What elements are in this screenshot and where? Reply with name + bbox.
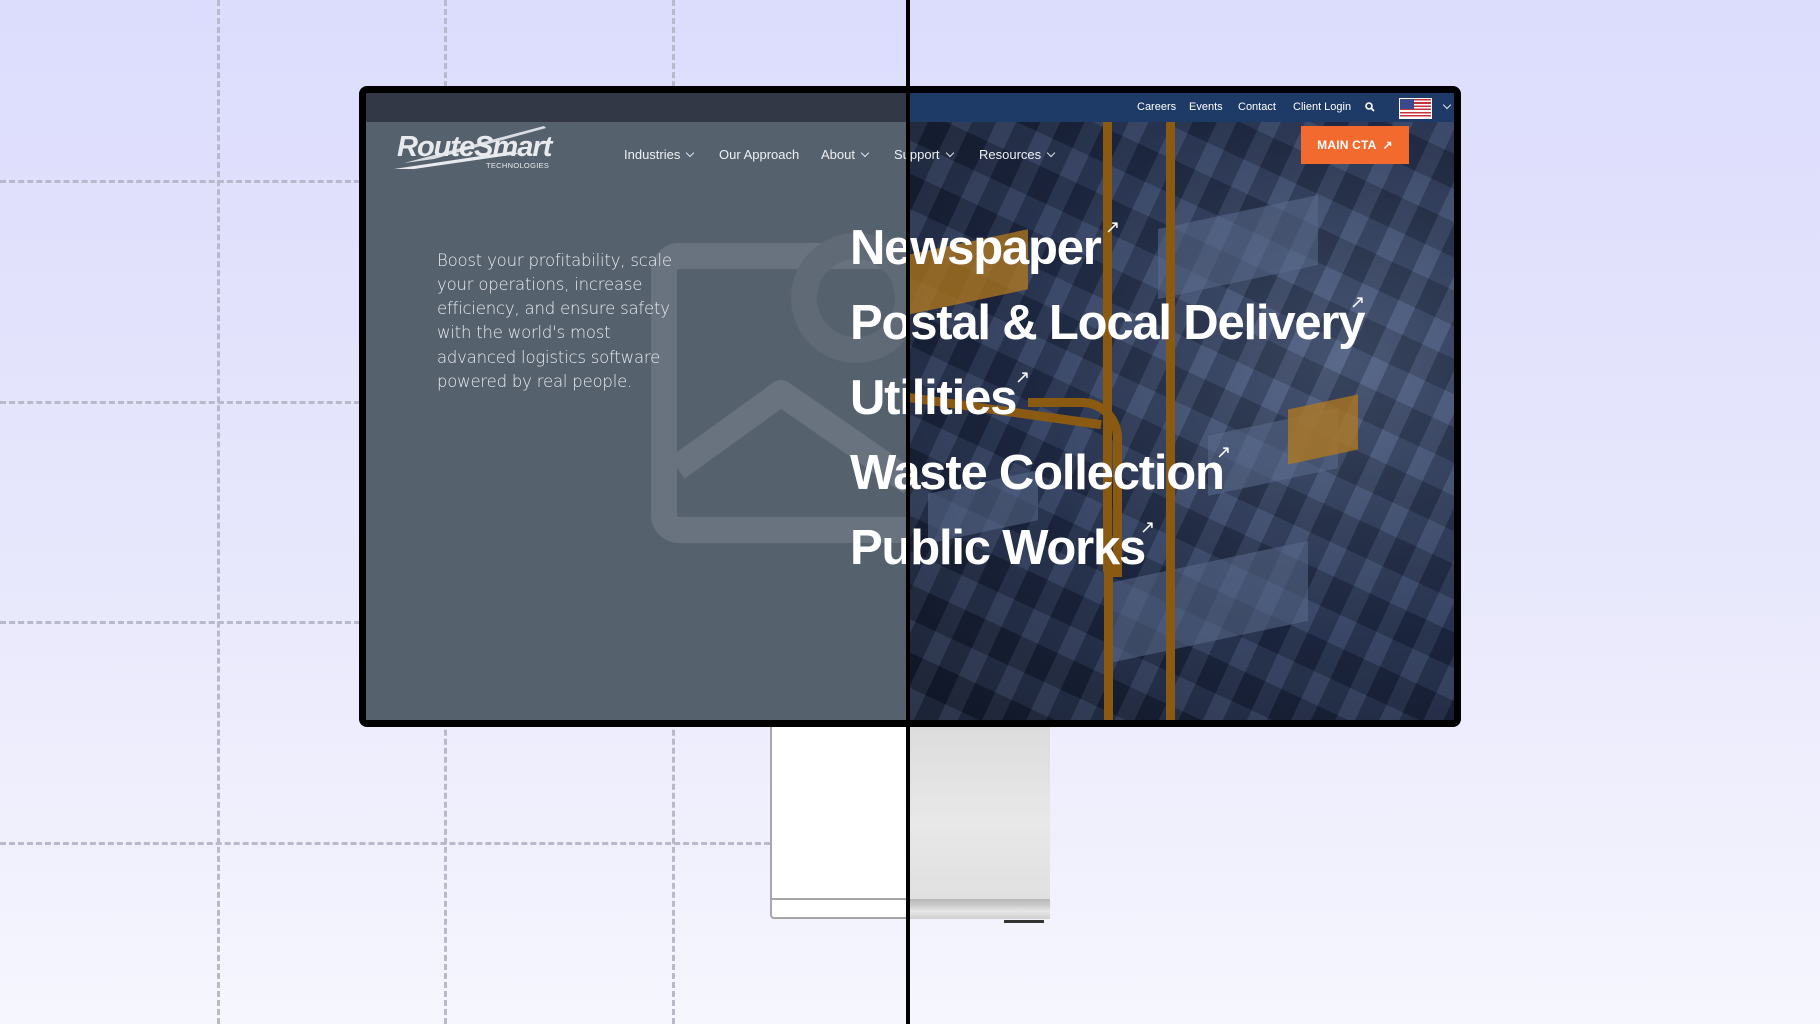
chevron-down-icon (686, 148, 695, 157)
monitor-stand-wireframe (770, 727, 910, 919)
arrow-up-right-icon: ↗ (1350, 292, 1366, 312)
search-icon[interactable] (1365, 102, 1375, 112)
route-line (1166, 122, 1175, 720)
grid-guide-horizontal (0, 842, 770, 845)
industry-label: Newspaper (850, 221, 1102, 275)
industry-label: Public Works (850, 521, 1146, 575)
hero-description: Boost your profitability, scale your ope… (437, 250, 672, 391)
utility-bar-wireframe (366, 93, 908, 122)
website-screen: RouteSmart TECHNOLOGIES Careers Events C… (366, 93, 1454, 720)
industry-label: Utilities (850, 371, 1017, 425)
industry-link-postal-local-delivery[interactable]: Postal & Local Delivery ↗ (850, 293, 1366, 350)
route-line (1104, 563, 1113, 720)
arrow-up-right-icon: ↗ (1140, 517, 1156, 537)
routesmart-logo[interactable]: RouteSmart TECHNOLOGIES (394, 123, 554, 178)
nav-label: Industries (624, 147, 681, 162)
logo-subtext: TECHNOLOGIES (486, 161, 549, 170)
nav-item-about[interactable]: About (821, 147, 870, 162)
arrow-up-right-icon: ↗ (1216, 442, 1232, 462)
nav-label: About (821, 147, 855, 162)
industry-label: Postal & Local Delivery (850, 296, 1366, 350)
nav-label: Support (894, 147, 940, 162)
utility-link-careers[interactable]: Careers (1137, 101, 1176, 113)
industry-link-newspaper[interactable]: Newspaper ↗ (850, 218, 1120, 275)
nav-label: Our Approach (719, 147, 800, 162)
nav-item-support[interactable]: Support (894, 147, 954, 162)
grid-guide-horizontal (0, 401, 360, 404)
main-cta-button[interactable]: MAIN CTA ↗ (1301, 126, 1409, 164)
utility-link-client-login[interactable]: Client Login (1293, 101, 1351, 113)
wireframe-half (366, 93, 908, 720)
nav-item-industries[interactable]: Industries (624, 147, 695, 162)
utility-link-contact[interactable]: Contact (1238, 101, 1276, 113)
nav-item-resources[interactable]: Resources (979, 147, 1056, 162)
logo-wordmark: RouteSmart (397, 131, 554, 163)
monitor-frame: RouteSmart TECHNOLOGIES Careers Events C… (359, 86, 1461, 727)
arrow-up-right-icon: ↗ (1382, 138, 1393, 152)
chevron-down-icon (1046, 148, 1056, 157)
chevron-down-icon (945, 148, 954, 157)
arrow-up-right-icon: ↗ (1105, 217, 1121, 237)
utility-link-events[interactable]: Events (1189, 101, 1223, 113)
grid-guide-horizontal (0, 180, 360, 183)
before-after-divider[interactable] (906, 0, 910, 1024)
arrow-up-right-icon: ↗ (1015, 367, 1031, 387)
us-flag-icon[interactable] (1399, 98, 1432, 119)
grid-guide-horizontal (0, 621, 360, 624)
monitor-stand (910, 727, 1050, 923)
industry-link-utilities[interactable]: Utilities ↗ (850, 368, 1030, 425)
grid-guide-vertical (217, 0, 220, 1024)
nav-item-our-approach[interactable]: Our Approach (719, 147, 799, 162)
industry-link-public-works[interactable]: Public Works ↗ (850, 518, 1155, 575)
nav-label: Resources (979, 147, 1042, 162)
chevron-down-icon (860, 148, 870, 157)
cta-label: MAIN CTA (1317, 138, 1377, 152)
